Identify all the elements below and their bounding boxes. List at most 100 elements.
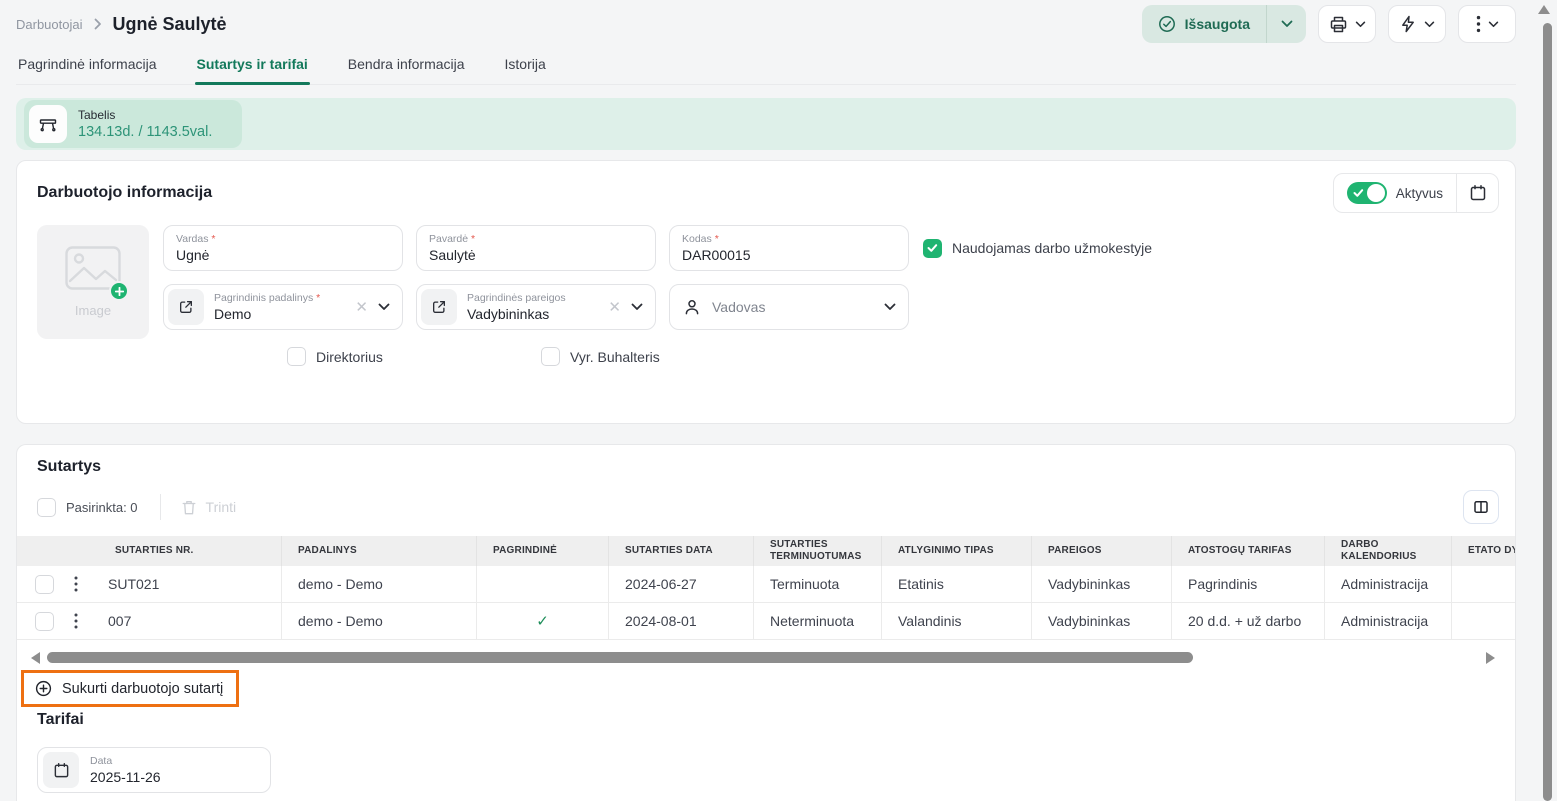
contract-term-type: Neterminuota [753, 603, 881, 639]
actions-menu-button[interactable] [1388, 5, 1446, 43]
contract-pay-type: Etatinis [881, 566, 1031, 602]
horizontal-scroll-thumb[interactable] [47, 652, 1193, 663]
lightning-icon [1399, 15, 1417, 33]
tab-bendra-informacija[interactable]: Bendra informacija [346, 50, 467, 84]
tabelis-title: Tabelis [78, 108, 212, 122]
chevron-down-icon [1424, 21, 1435, 28]
main-position-select[interactable]: Pagrindinės pareigos Vadybininkas ✕ [416, 284, 656, 330]
contracts-card: Sutartys Pasirinkta: 0 Trinti [16, 444, 1516, 801]
toggle-knob [1367, 184, 1385, 202]
contract-work-calendar: Administracija [1324, 603, 1451, 639]
contract-row-1[interactable]: SUT021 demo - Demo 2024-06-27 Terminuota… [17, 566, 1515, 603]
clear-position-icon[interactable]: ✕ [608, 300, 621, 315]
required-marker: * [471, 233, 475, 245]
chevron-down-icon [1488, 21, 1499, 28]
print-menu-button[interactable] [1318, 5, 1376, 43]
tab-istorija[interactable]: Istorija [503, 50, 548, 84]
col-atostogu-tarifas[interactable]: ATOSTOGŲ TARIFAS [1171, 536, 1324, 566]
last-name-label: Pavardė [429, 233, 468, 245]
code-label: Kodas [682, 233, 712, 245]
active-toggle[interactable] [1347, 182, 1387, 204]
contract-position: Vadybininkas [1031, 566, 1171, 602]
top-bar-actions: Išsaugota [1142, 5, 1516, 43]
page-title: Ugnė Saulytė [113, 14, 227, 35]
contract-number: 007 [108, 613, 131, 629]
create-contract-button[interactable]: Sukurti darbuotojo sutartį [24, 673, 236, 704]
contract-number: SUT021 [108, 576, 159, 592]
row-checkbox[interactable] [35, 612, 54, 631]
col-padalinys[interactable]: PADALINYS [281, 536, 476, 566]
save-button[interactable]: Išsaugota [1142, 5, 1266, 43]
page-vertical-scroll-thumb[interactable] [1543, 23, 1552, 801]
scroll-left-arrow[interactable] [31, 652, 40, 664]
image-placeholder-label: Image [75, 303, 111, 318]
page-scroll-up-arrow[interactable] [1538, 5, 1550, 14]
director-checkbox-label: Direktorius [316, 349, 383, 365]
required-marker: * [715, 233, 719, 245]
printer-icon [1329, 15, 1348, 34]
main-department-value: Demo [214, 306, 345, 322]
create-contract-label: Sukurti darbuotojo sutartį [62, 681, 223, 697]
delete-button-label: Trinti [206, 499, 237, 515]
contract-row-2[interactable]: 007 demo - Demo ✓ 2024-08-01 Neterminuot… [17, 603, 1515, 640]
col-pareigos[interactable]: PAREIGOS [1031, 536, 1171, 566]
chief-accountant-checkbox[interactable] [541, 347, 560, 366]
delete-button[interactable]: Trinti [181, 499, 237, 516]
external-link-icon[interactable] [168, 289, 204, 325]
tabelis-summary-card[interactable]: Tabelis 134.13d. / 1143.5val. [24, 100, 242, 148]
add-photo-icon[interactable] [109, 281, 129, 301]
col-sutarties-data[interactable]: SUTARTIES DATA [608, 536, 753, 566]
chevron-down-icon[interactable] [378, 303, 390, 311]
contract-position: Vadybininkas [1031, 603, 1171, 639]
chevron-down-icon [1281, 20, 1293, 28]
breadcrumb-parent-link[interactable]: Darbuotojai [16, 17, 83, 32]
last-name-field[interactable]: Pavardė * Saulytė [416, 225, 656, 271]
code-field[interactable]: Kodas * DAR00015 [669, 225, 909, 271]
employee-photo-upload[interactable]: Image [37, 225, 149, 339]
active-toggle-wrap[interactable]: Aktyvus [1334, 182, 1456, 204]
plus-circle-icon [35, 680, 52, 697]
col-pagrindine[interactable]: PAGRINDINĖ [476, 536, 608, 566]
more-menu-button[interactable] [1458, 5, 1516, 43]
tariff-date-field[interactable]: Data 2025-11-26 [37, 747, 271, 793]
main-department-select[interactable]: Pagrindinis padalinys * Demo ✕ [163, 284, 403, 330]
director-checkbox[interactable] [287, 347, 306, 366]
chevron-down-icon[interactable] [631, 303, 643, 311]
contract-date: 2024-08-01 [608, 603, 753, 639]
required-marker: * [316, 292, 320, 304]
first-name-field[interactable]: Vardas * Ugnė [163, 225, 403, 271]
chevron-down-icon[interactable] [884, 303, 896, 311]
tab-bar: Pagrindinė informacija Sutartys ir tarif… [16, 50, 1516, 85]
payroll-checkbox[interactable] [923, 239, 942, 258]
contracts-title: Sutartys [37, 458, 1515, 476]
column-settings-button[interactable] [1463, 490, 1499, 524]
row-kebab-menu-icon[interactable] [74, 576, 78, 592]
select-all-checkbox[interactable] [37, 498, 56, 517]
row-checkbox[interactable] [35, 575, 54, 594]
save-button-label: Išsaugota [1185, 16, 1250, 32]
save-split-button[interactable]: Išsaugota [1142, 5, 1306, 43]
activity-calendar-button[interactable] [1456, 173, 1498, 213]
col-etato-dydis[interactable]: ETATO DY [1451, 536, 1516, 566]
col-darbo-kalendorius[interactable]: DARBO KALENDORIUS [1324, 536, 1451, 566]
scroll-right-arrow[interactable] [1486, 652, 1495, 664]
employee-detail-page: Darbuotojai Ugnė Saulytė Išsaugota [0, 0, 1557, 801]
col-terminuotumas[interactable]: SUTARTIES TERMINUOTUMAS [753, 536, 881, 566]
contract-work-calendar: Administracija [1324, 566, 1451, 602]
clear-department-icon[interactable]: ✕ [355, 300, 368, 315]
table-horizontal-scrollbar[interactable] [31, 651, 1501, 665]
calendar-icon[interactable] [43, 752, 79, 788]
row-kebab-menu-icon[interactable] [74, 613, 78, 629]
manager-select[interactable]: Vadovas [669, 284, 909, 330]
tab-sutartys-ir-tarifai[interactable]: Sutartys ir tarifai [195, 50, 310, 84]
code-value: DAR00015 [682, 247, 896, 263]
col-sutarties-nr[interactable]: SUTARTIES NR. [17, 536, 281, 566]
check-circle-icon [1158, 15, 1176, 33]
col-atlyginimo-tipas[interactable]: ATLYGINIMO TIPAS [881, 536, 1031, 566]
tabelis-banner: Tabelis 134.13d. / 1143.5val. [16, 98, 1516, 150]
save-dropdown-button[interactable] [1266, 5, 1306, 43]
manager-placeholder: Vadovas [712, 299, 873, 315]
tab-pagrindine-informacija[interactable]: Pagrindinė informacija [16, 50, 159, 84]
breadcrumb: Darbuotojai Ugnė Saulytė [16, 14, 227, 35]
external-link-icon[interactable] [421, 289, 457, 325]
